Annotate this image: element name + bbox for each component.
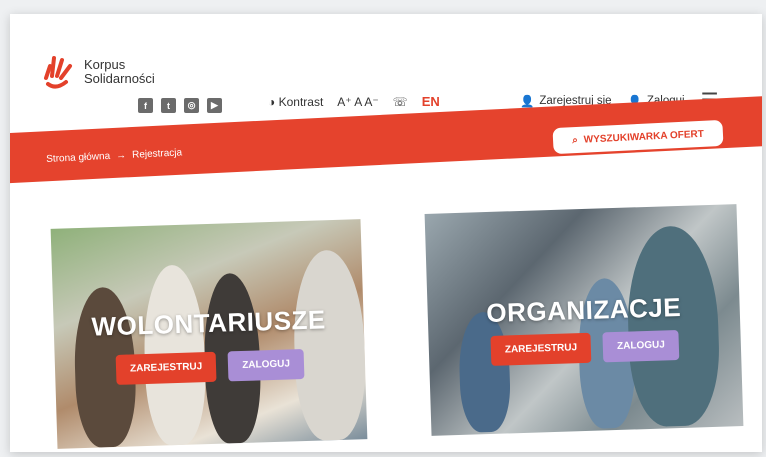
organizations-card[interactable]: ORGANIZACJE ZAREJESTRUJ ZALOGUJ — [424, 204, 744, 436]
search-icon: ⌕ — [571, 134, 579, 146]
breadcrumb-arrow-icon: → — [115, 150, 127, 162]
logo-line2: Solidarności — [84, 71, 155, 86]
photo-figure — [291, 249, 368, 442]
page: Korpus Solidarności f t ◎ ▶ ◑ Kontrast A… — [10, 14, 762, 452]
contrast-toggle[interactable]: ◑ Kontrast — [268, 95, 323, 109]
contrast-label: Kontrast — [278, 94, 324, 109]
facebook-icon[interactable]: f — [138, 98, 153, 113]
language-switch[interactable]: EN — [422, 94, 440, 109]
hand-logo-icon — [44, 56, 72, 89]
volunteers-card[interactable]: WOLONTARIUSZE ZAREJESTRUJ ZALOGUJ — [50, 219, 368, 449]
twitter-icon[interactable]: t — [161, 98, 176, 113]
logo[interactable]: Korpus Solidarności — [40, 52, 155, 92]
volunteers-register-button[interactable]: ZAREJESTRUJ — [115, 351, 217, 385]
social-links: f t ◎ ▶ — [138, 98, 222, 113]
user-plus-icon: 👤 — [520, 95, 535, 108]
photo-figure — [625, 224, 722, 428]
logo-text: Korpus Solidarności — [84, 58, 155, 86]
phone-icon[interactable]: ☏ — [393, 95, 408, 109]
contrast-icon: ◑ — [268, 94, 276, 109]
youtube-icon[interactable]: ▶ — [207, 98, 222, 113]
organizations-register-button[interactable]: ZAREJESTRUJ — [490, 332, 592, 366]
accessibility-bar: ◑ Kontrast A⁺ A A⁻ ☏ EN — [268, 94, 440, 109]
font-size-controls[interactable]: A⁺ A A⁻ — [337, 95, 378, 109]
search-offers-label: WYSZUKIWARKA OFERT — [583, 128, 705, 146]
organizations-login-button[interactable]: ZALOGUJ — [602, 330, 680, 363]
logo-line1: Korpus — [84, 57, 126, 72]
instagram-icon[interactable]: ◎ — [184, 98, 199, 113]
volunteers-login-button[interactable]: ZALOGUJ — [227, 349, 305, 382]
